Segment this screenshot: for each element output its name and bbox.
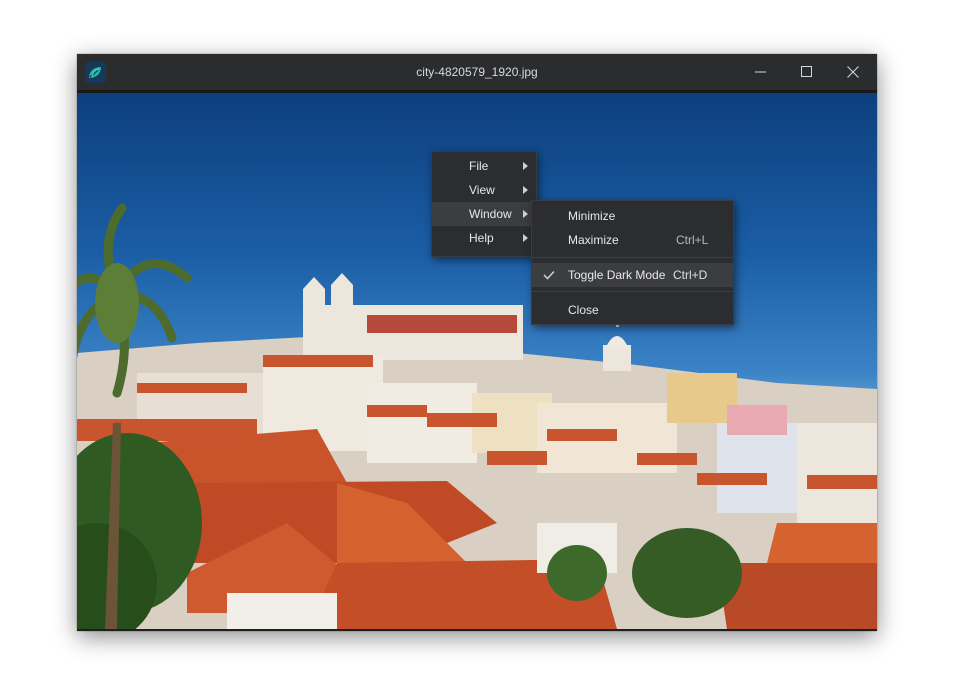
maximize-button[interactable] [784,54,830,90]
menu-separator [532,257,733,258]
submenu-item-minimize[interactable]: Minimize [532,204,733,228]
submenu-arrow-icon [523,162,528,170]
minimize-button[interactable] [738,54,784,90]
menu-item-label: View [469,183,495,197]
submenu-item-label: Maximize [568,233,619,247]
image-viewer-window: city-4820579_1920.jpg File View Window H… [77,54,877,631]
menu-item-label: Help [469,231,494,245]
submenu-item-label: Toggle Dark Mode [568,268,666,282]
submenu-arrow-icon [523,234,528,242]
submenu-arrow-icon [523,210,528,218]
menu-item-label: File [469,159,489,173]
menu-separator [532,291,733,292]
shortcut-text: Ctrl+D [673,268,708,282]
submenu-item-label: Minimize [568,209,616,223]
submenu-item-label: Close [568,303,599,317]
menu-item-label: Window [469,207,512,221]
close-button[interactable] [830,54,876,90]
shortcut-text: Ctrl+L [676,233,709,247]
title-bar[interactable]: city-4820579_1920.jpg [77,54,877,93]
menu-item-view[interactable]: View [432,178,536,202]
close-icon [847,66,859,78]
window-submenu: Minimize Maximize Ctrl+L Toggle Dark Mod… [531,200,734,325]
minimize-icon [755,71,766,73]
submenu-item-maximize[interactable]: Maximize Ctrl+L [532,228,733,252]
menu-item-help[interactable]: Help [432,226,536,250]
submenu-item-close[interactable]: Close [532,298,733,322]
maximize-icon [801,66,812,77]
submenu-arrow-icon [523,186,528,194]
submenu-item-toggle-dark-mode[interactable]: Toggle Dark Mode Ctrl+D [532,263,733,287]
menu-item-file[interactable]: File [432,154,536,178]
menu-item-window[interactable]: Window [432,202,536,226]
context-menu: File View Window Help [431,151,537,257]
